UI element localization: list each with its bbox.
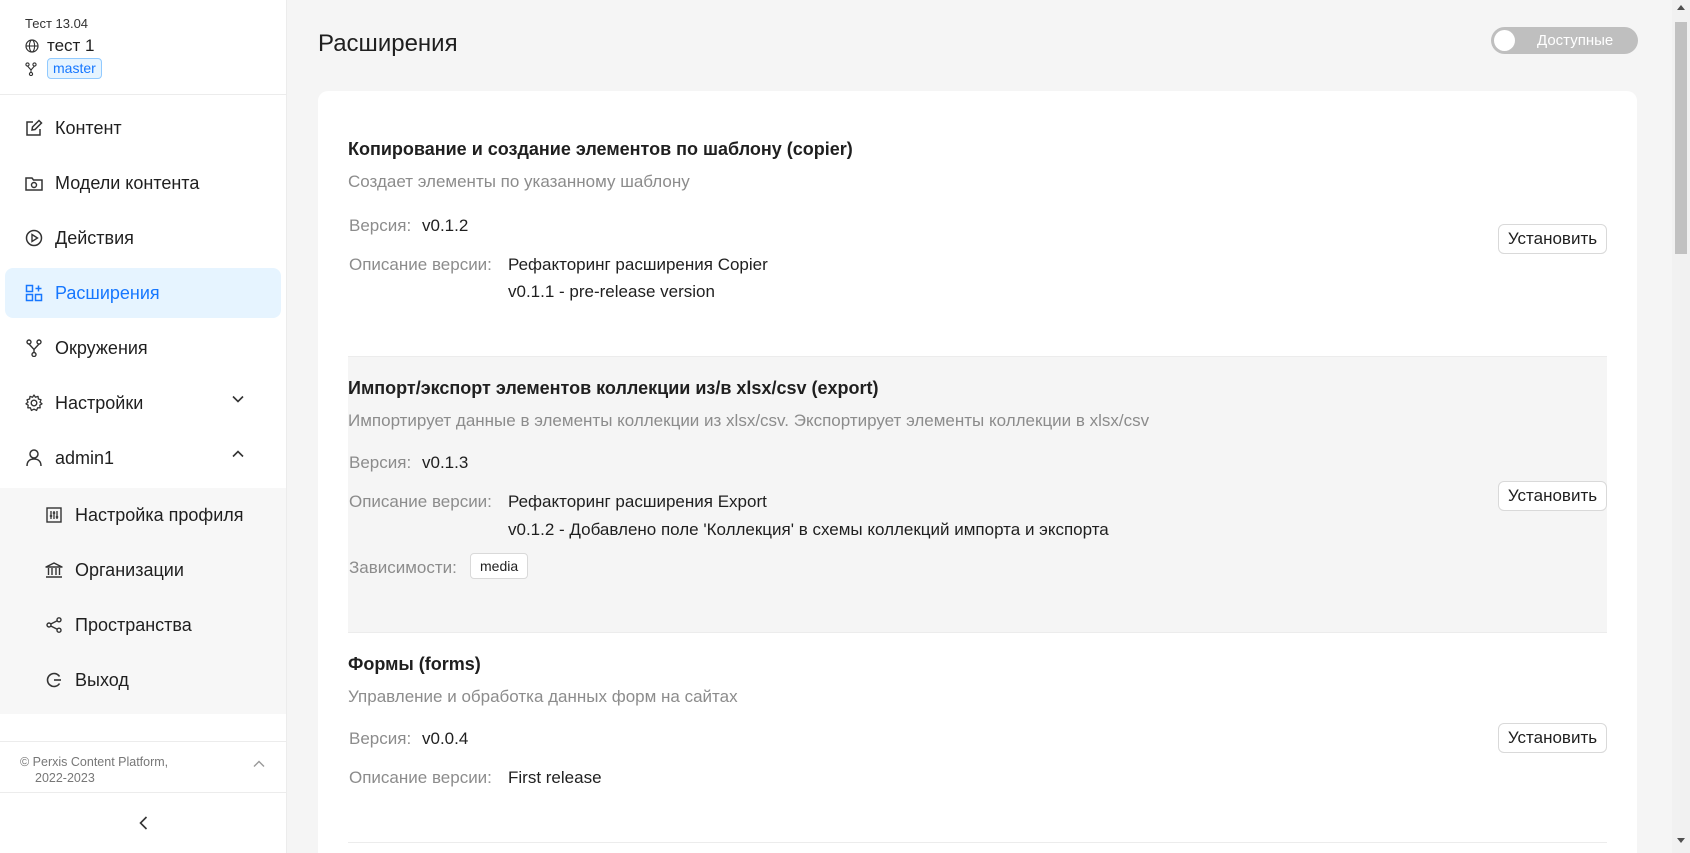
sidebar-item-spaces[interactable]: Пространства xyxy=(5,600,281,650)
chevron-left-icon xyxy=(139,816,148,830)
sidebar-item-label: Окружения xyxy=(55,337,148,358)
logout-icon xyxy=(45,672,63,688)
sidebar-item-label: Организации xyxy=(75,559,184,580)
extension-title: Формы (forms) xyxy=(348,654,481,674)
sidebar-item-label: Пространства xyxy=(75,614,192,635)
toggle-knob xyxy=(1494,30,1515,51)
extension-description: Создает элементы по указанному шаблону xyxy=(348,172,690,191)
version-desc-line: v0.1.2 - Добавлено поле 'Коллекция' в сх… xyxy=(508,520,1109,539)
dependencies-label: Зависимости: xyxy=(349,558,457,577)
sidebar-item-profile[interactable]: Настройка профиля xyxy=(5,490,281,540)
install-button[interactable]: Установить xyxy=(1498,481,1607,511)
models-icon xyxy=(25,175,43,191)
version-desc-label: Описание версии: xyxy=(349,768,492,787)
scroll-down-arrow[interactable] xyxy=(1677,838,1685,843)
edit-icon xyxy=(25,119,43,137)
environment-tag: master xyxy=(47,58,102,79)
sidebar-item-organizations[interactable]: Организации xyxy=(5,545,281,595)
extension-item: Формы (forms) Управление и обработка дан… xyxy=(348,633,1607,843)
user-submenu: Настройка профиля Организации Пространст… xyxy=(0,488,286,714)
page-title: Расширения xyxy=(318,30,458,57)
sidebar-item-actions[interactable]: Действия xyxy=(5,213,281,263)
collapse-sidebar-button[interactable] xyxy=(0,793,287,853)
sidebar-item-label: admin1 xyxy=(55,447,115,468)
dependency-tag[interactable]: media xyxy=(470,553,529,579)
bank-icon xyxy=(45,562,63,578)
sidebar-item-label: Модели контента xyxy=(55,172,200,193)
extension-item: Импорт/экспорт элементов коллекции из/в … xyxy=(348,357,1607,633)
sidebar-item-settings[interactable]: Настройки xyxy=(5,378,281,428)
toggle-label: Доступные xyxy=(1537,32,1614,49)
scroll-up-arrow[interactable] xyxy=(1677,5,1685,10)
appstore-icon xyxy=(25,284,43,302)
branch-icon xyxy=(25,339,43,357)
version-label: Версия: xyxy=(349,729,412,748)
sidebar-item-label: Контент xyxy=(55,117,122,138)
branch-icon xyxy=(25,61,37,76)
scrollbar-thumb[interactable] xyxy=(1675,22,1687,254)
sidebar-item-environments[interactable]: Окружения xyxy=(5,323,281,373)
sidebar-item-extensions[interactable]: Расширения xyxy=(5,268,281,318)
project-info: Тест 13.04 тест 1 master xyxy=(0,0,286,95)
gear-icon xyxy=(25,394,43,412)
sidebar-item-label: Действия xyxy=(55,227,134,248)
version-label: Версия: xyxy=(349,453,412,472)
extension-description: Импортирует данные в элементы коллекции … xyxy=(348,411,1150,430)
organization-name[interactable]: Тест 13.04 xyxy=(25,16,261,31)
play-circle-icon xyxy=(25,229,43,247)
version-value: v0.1.3 xyxy=(422,453,469,472)
chevron-up-icon[interactable] xyxy=(253,760,265,768)
copyright-text: © Perxis Content Platform, xyxy=(20,755,169,769)
available-toggle[interactable]: Доступные xyxy=(1491,27,1638,54)
version-value: v0.0.4 xyxy=(422,729,469,748)
sidebar-item-label: Настройки xyxy=(55,392,144,413)
extension-item: Копирование и создание элементов по шабл… xyxy=(348,91,1607,357)
extension-description: Управление и обработка данных форм на са… xyxy=(348,687,738,706)
version-desc-line: Рефакторинг расширения Export xyxy=(508,492,767,511)
sidebar-item-label: Выход xyxy=(75,669,129,690)
sidebar-item-label: Расширения xyxy=(55,282,160,303)
space-selector[interactable]: тест 1 xyxy=(25,36,261,56)
chevron-down-icon xyxy=(229,395,247,403)
version-desc-label: Описание версии: xyxy=(349,492,492,511)
profile-settings-icon xyxy=(45,507,63,523)
globe-icon xyxy=(25,39,39,53)
version-label: Версия: xyxy=(349,216,412,235)
sidebar-item-user[interactable]: admin1 xyxy=(5,433,281,483)
environment-selector[interactable]: master xyxy=(25,58,261,79)
sidebar: Тест 13.04 тест 1 master Контент Модели … xyxy=(0,0,287,853)
version-desc-line: Рефакторинг расширения Copier xyxy=(508,255,768,274)
version-value: v0.1.2 xyxy=(422,216,469,235)
extension-title: Импорт/экспорт элементов коллекции из/в … xyxy=(348,378,879,398)
install-button[interactable]: Установить xyxy=(1498,224,1607,254)
install-button[interactable]: Установить xyxy=(1498,723,1607,753)
chevron-up-icon xyxy=(229,450,247,458)
sidebar-menu: Контент Модели контента Действия Расшире… xyxy=(0,95,286,714)
version-desc-line: First release xyxy=(508,768,602,787)
space-name: тест 1 xyxy=(47,36,95,55)
sidebar-item-logout[interactable]: Выход xyxy=(5,655,281,705)
version-desc-label: Описание версии: xyxy=(349,255,492,274)
sidebar-item-models[interactable]: Модели контента xyxy=(5,158,281,208)
user-icon xyxy=(25,449,43,467)
sidebar-footer: © Perxis Content Platform, 2022-2023 xyxy=(0,741,287,793)
share-icon xyxy=(45,617,63,633)
version-desc-line: v0.1.1 - pre-release version xyxy=(508,282,715,301)
sidebar-item-content[interactable]: Контент xyxy=(5,103,281,153)
copyright-years: 2022-2023 xyxy=(35,771,95,785)
sidebar-item-label: Настройка профиля xyxy=(75,504,244,525)
extension-title: Копирование и создание элементов по шабл… xyxy=(348,139,853,159)
page-scrollbar[interactable] xyxy=(1672,0,1690,853)
